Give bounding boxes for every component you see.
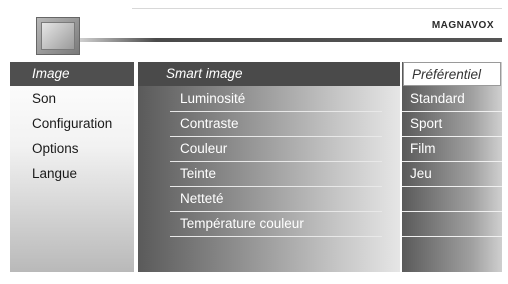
main-menu: Image Son Configuration Options Langue bbox=[10, 62, 134, 272]
option-preferentiel[interactable]: Préférentiel bbox=[403, 62, 501, 86]
image-menu-contraste[interactable]: Contraste bbox=[138, 112, 400, 136]
option-sport[interactable]: Sport bbox=[402, 112, 502, 136]
divider bbox=[402, 236, 502, 237]
tv-icon bbox=[36, 17, 80, 55]
option-jeu[interactable]: Jeu bbox=[402, 162, 502, 186]
divider bbox=[402, 211, 502, 212]
menu-item-image[interactable]: Image bbox=[10, 62, 134, 86]
menu-item-options[interactable]: Options bbox=[10, 137, 134, 161]
smart-image-options: Préférentiel Standard Sport Film Jeu bbox=[402, 62, 502, 272]
header-top-divider bbox=[132, 8, 502, 9]
tv-screen bbox=[41, 22, 75, 50]
image-menu-couleur[interactable]: Couleur bbox=[138, 137, 400, 161]
image-menu-smart-image[interactable]: Smart image bbox=[138, 62, 400, 86]
option-standard[interactable]: Standard bbox=[402, 87, 502, 111]
brand-logo: MAGNAVOX bbox=[431, 20, 494, 31]
menu-item-configuration[interactable]: Configuration bbox=[10, 112, 134, 136]
divider bbox=[170, 236, 382, 237]
divider bbox=[402, 186, 502, 187]
image-menu-luminosite[interactable]: Luminosité bbox=[138, 87, 400, 111]
menu-item-son[interactable]: Son bbox=[10, 87, 134, 111]
image-menu-nettete[interactable]: Netteté bbox=[138, 187, 400, 211]
header-divider bbox=[80, 38, 502, 42]
image-menu-temperature-couleur[interactable]: Température couleur bbox=[138, 212, 400, 236]
option-film[interactable]: Film bbox=[402, 137, 502, 161]
header-bar: MAGNAVOX bbox=[0, 0, 508, 55]
image-menu: Smart image Luminosité Contraste Couleur… bbox=[138, 62, 400, 272]
image-menu-teinte[interactable]: Teinte bbox=[138, 162, 400, 186]
menu-item-langue[interactable]: Langue bbox=[10, 162, 134, 186]
